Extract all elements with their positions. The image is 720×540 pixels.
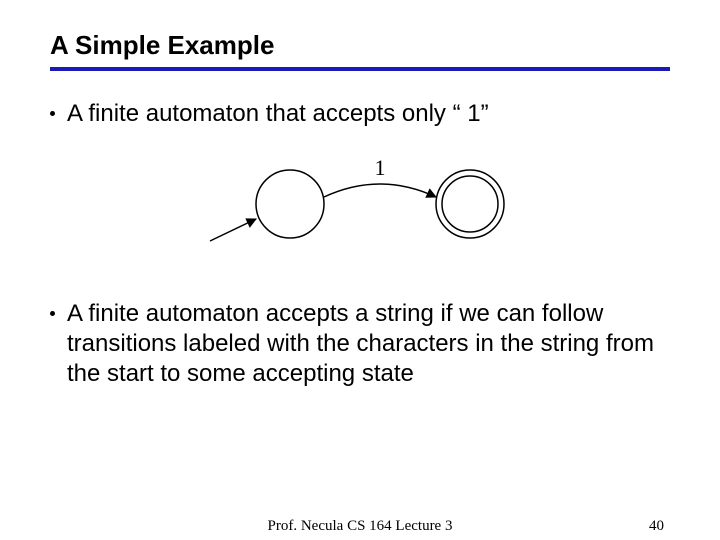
page-number: 40	[649, 518, 664, 535]
transition-label: 1	[375, 155, 386, 180]
bullet-2-text: A finite automaton accepts a string if w…	[67, 299, 670, 389]
automaton-svg: 1	[200, 149, 520, 259]
accept-state-outer-icon	[436, 170, 504, 238]
title-rule	[50, 67, 670, 71]
bullet-dot-icon	[50, 111, 55, 116]
bullet-dot-icon	[50, 311, 55, 316]
automaton-diagram: 1	[50, 149, 670, 259]
bullet-1: A finite automaton that accepts only “ 1…	[50, 99, 670, 129]
footer-center: Prof. Necula CS 164 Lecture 3	[0, 518, 720, 535]
slide-title: A Simple Example	[50, 30, 670, 61]
transition-arrow-icon	[324, 184, 436, 197]
slide: A Simple Example A finite automaton that…	[0, 0, 720, 540]
bullet-1-text: A finite automaton that accepts only “ 1…	[67, 99, 670, 129]
bullet-2: A finite automaton accepts a string if w…	[50, 299, 670, 389]
start-arrow-icon	[210, 219, 256, 241]
start-state-icon	[256, 170, 324, 238]
